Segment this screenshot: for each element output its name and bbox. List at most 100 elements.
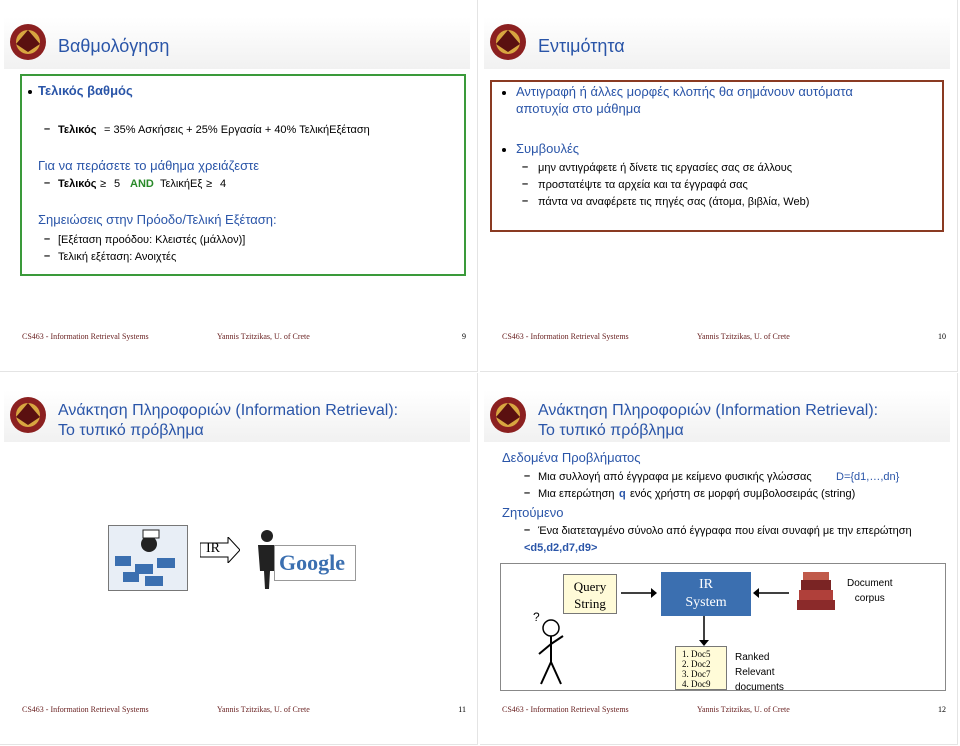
given-query-a: Μια επερώτηση [538,488,615,500]
footer-course: CS463 - Information Retrieval Systems [22,705,149,714]
university-logo-icon [488,22,528,62]
university-logo-icon [488,395,528,435]
given-query-q: q [619,488,626,500]
university-logo-icon [8,22,48,62]
ir-label: IR [206,541,220,556]
dash: – [522,178,529,190]
dash: – [522,195,529,207]
ir-system-box: IR System [661,572,751,616]
arrow-query-to-ir [621,588,657,598]
query-string-box: Query String [563,574,617,614]
university-logo-icon [8,395,48,435]
books-icon [793,570,839,614]
page-number: 12 [938,705,946,714]
geq-symbol: ≥ [206,178,213,190]
page-number: 11 [458,705,466,714]
footer-course: CS463 - Information Retrieval Systems [502,332,629,341]
bullet [502,91,506,95]
dash: – [524,470,531,482]
formula-text: = 35% Ασκήσεις + 25% Εργασία + 40% Τελικ… [104,124,370,136]
footer-author: Yannis Tzitzikas, U. of Crete [217,705,310,714]
question-mark: ? [533,610,540,624]
ranked-label: Ranked Relevant documents [735,650,784,695]
notes-line: Σημειώσεις στην Πρόοδο/Τελική Εξέταση: [38,212,277,227]
given-query-b: ενός χρήστη σε μορφή συμβολοσειράς (stri… [630,488,856,500]
ranked-label-2: Relevant [735,667,775,678]
footer-author: Yannis Tzitzikas, U. of Crete [697,332,790,341]
slide-title: Ανάκτηση Πληροφοριών (Information Retrie… [58,401,398,441]
footer-course: CS463 - Information Retrieval Systems [22,332,149,341]
ranked-label-3: documents [735,682,784,693]
corpus-label-1: Document [847,578,893,589]
arrow-corpus-to-ir [753,588,789,598]
dash: – [522,161,529,173]
slide-9: Βαθμολόγηση Τελικός βαθμός – Τελικός = 3… [0,0,478,372]
result-item: 3. Doc7 [682,669,711,679]
advice-3: πάντα να αναφέρετε τις πηγές σας (άτομα,… [538,196,810,208]
grade-heading: Τελικός βαθμός [38,83,133,98]
slide-title: Ανάκτηση Πληροφοριών (Information Retrie… [538,401,878,441]
dash: – [44,250,51,262]
slide-12: Ανάκτηση Πληροφοριών (Information Retrie… [480,373,958,745]
dash: – [524,524,531,536]
ir-label-2: System [685,595,727,610]
wanted-text: Ένα διατεταγμένο σύνολο από έγγραφα που … [538,525,912,537]
result-item: 4. Doc9 [682,679,711,689]
pass-value-2: 4 [220,178,227,190]
query-label-2: String [574,596,606,611]
footer-author: Yannis Tzitzikas, U. of Crete [217,332,310,341]
arrow-ir-to-results [699,616,709,646]
given-collection-set: D={d1,…,dn} [836,471,900,483]
page-number: 10 [938,332,946,341]
formula-label: Τελικός [58,124,97,136]
bullet [28,90,32,94]
corpus-label: Document corpus [847,576,893,606]
slide-10: Εντιμότητα Αντιγραφή ή άλλες μορφές κλοπ… [480,0,958,372]
result-item: 1. Doc5 [682,649,711,659]
dash: – [44,177,51,189]
bullet [502,148,506,152]
note-final: Τελική εξέταση: Ανοιχτές [58,251,177,263]
ranked-label-1: Ranked [735,652,770,663]
slide-title-line-1: Ανάκτηση Πληροφοριών (Information Retrie… [58,402,399,419]
advice-heading: Συμβουλές [516,141,580,156]
slide-title: Εντιμότητα [538,36,625,56]
given-heading: Δεδομένα Προβλήματος [502,450,641,465]
slide-title-line-1: Ανάκτηση Πληροφοριών (Information Retrie… [538,402,879,419]
pass-value-1: 5 [114,178,121,190]
slide-title: Βαθμολόγηση [58,36,170,56]
result-item: 2. Doc2 [682,659,711,669]
pass-final-label: Τελικός [58,178,97,190]
thinking-person-icon: ? [531,610,571,688]
footer-author: Yannis Tzitzikas, U. of Crete [697,705,790,714]
ir-illustration: IR Google [108,525,356,601]
ir-diagram: Query String IR System Document corpus 1… [500,563,946,693]
footer-course: CS463 - Information Retrieval Systems [502,705,629,714]
advice-1: μην αντιγράφετε ή δίνετε τις εργασίες σα… [538,162,793,174]
given-collection: Μια συλλογή από έγγραφα με κείμενο φυσικ… [538,471,812,483]
slide-title-line-2: Το τυπικό πρόβλημα [538,422,684,439]
query-label-1: Query [573,579,607,594]
geq-symbol: ≥ [100,178,107,190]
google-label: Google [279,550,345,575]
advice-2: προστατέψτε τα αρχεία και τα έγγραφά σας [538,179,748,191]
dash: – [524,487,531,499]
document-collection-icon [108,525,188,591]
page-number: 9 [462,332,466,341]
and-keyword: AND [130,178,154,190]
pass-line: Για να περάσετε το μάθημα χρειάζεστε [38,158,260,173]
slide-11: Ανάκτηση Πληροφοριών (Information Retrie… [0,373,478,745]
ir-label-1: IR [699,577,713,592]
dash: – [44,233,51,245]
wanted-ranking: <d5,d2,d7,d9> [524,542,598,554]
slide-title-line-2: Το τυπικό πρόβλημα [58,422,204,439]
honesty-line-2: αποτυχία στο μάθημα [516,101,641,116]
ir-arrow-label: IR [199,535,241,565]
note-midterm: [Εξέταση προόδου: Κλειστές (μάλλον)] [58,234,246,246]
corpus-label-2: corpus [854,593,885,604]
wanted-heading: Ζητούμενο [502,505,564,520]
honesty-line-1: Αντιγραφή ή άλλες μορφές κλοπής θα σημάν… [516,84,853,99]
google-logo: Google [274,545,356,581]
pass-exam-label: ΤελικήΕξ [160,178,203,190]
results-list: 1. Doc5 2. Doc2 3. Doc7 4. Doc9 [675,646,727,690]
